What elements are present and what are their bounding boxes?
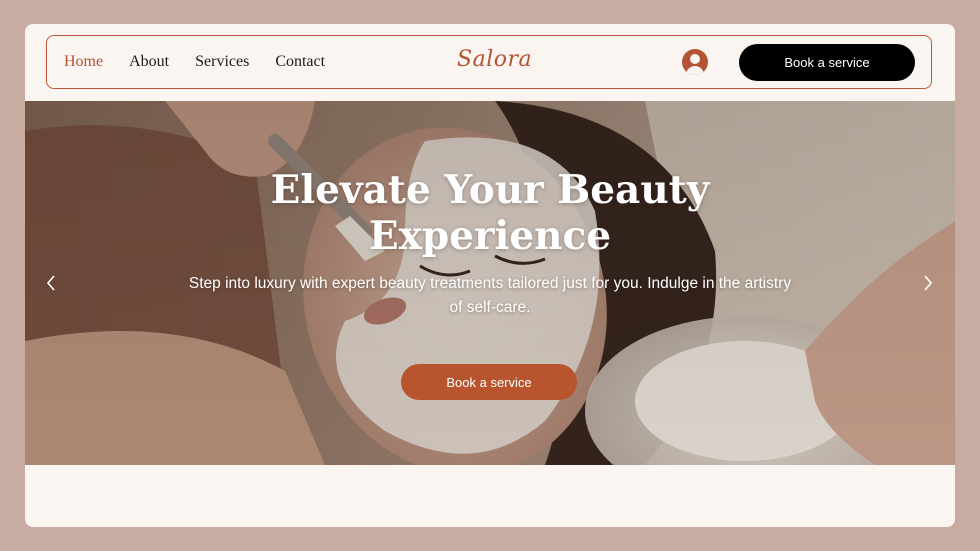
page-card: Home About Services Contact Salora Book …	[25, 24, 955, 527]
nav-link-home[interactable]: Home	[64, 53, 103, 71]
nav-links: Home About Services Contact	[64, 53, 351, 71]
book-service-nav-button[interactable]: Book a service	[739, 44, 915, 81]
nav-link-services[interactable]: Services	[195, 53, 249, 71]
book-service-hero-button[interactable]: Book a service	[401, 364, 577, 400]
hero-heading: Elevate Your Beauty Experience	[270, 167, 710, 259]
nav-link-about[interactable]: About	[129, 53, 169, 71]
nav-link-contact[interactable]: Contact	[275, 53, 325, 71]
user-avatar-icon[interactable]	[682, 49, 708, 75]
top-navbar: Home About Services Contact Salora Book …	[46, 35, 932, 89]
brand-logo[interactable]: Salora	[457, 47, 532, 72]
hero-subtitle: Step into luxury with expert beauty trea…	[188, 275, 792, 316]
chevron-right-icon[interactable]	[920, 273, 936, 293]
hero-banner: Elevate Your Beauty Experience Step into…	[25, 101, 955, 465]
chevron-left-icon[interactable]	[43, 273, 59, 293]
